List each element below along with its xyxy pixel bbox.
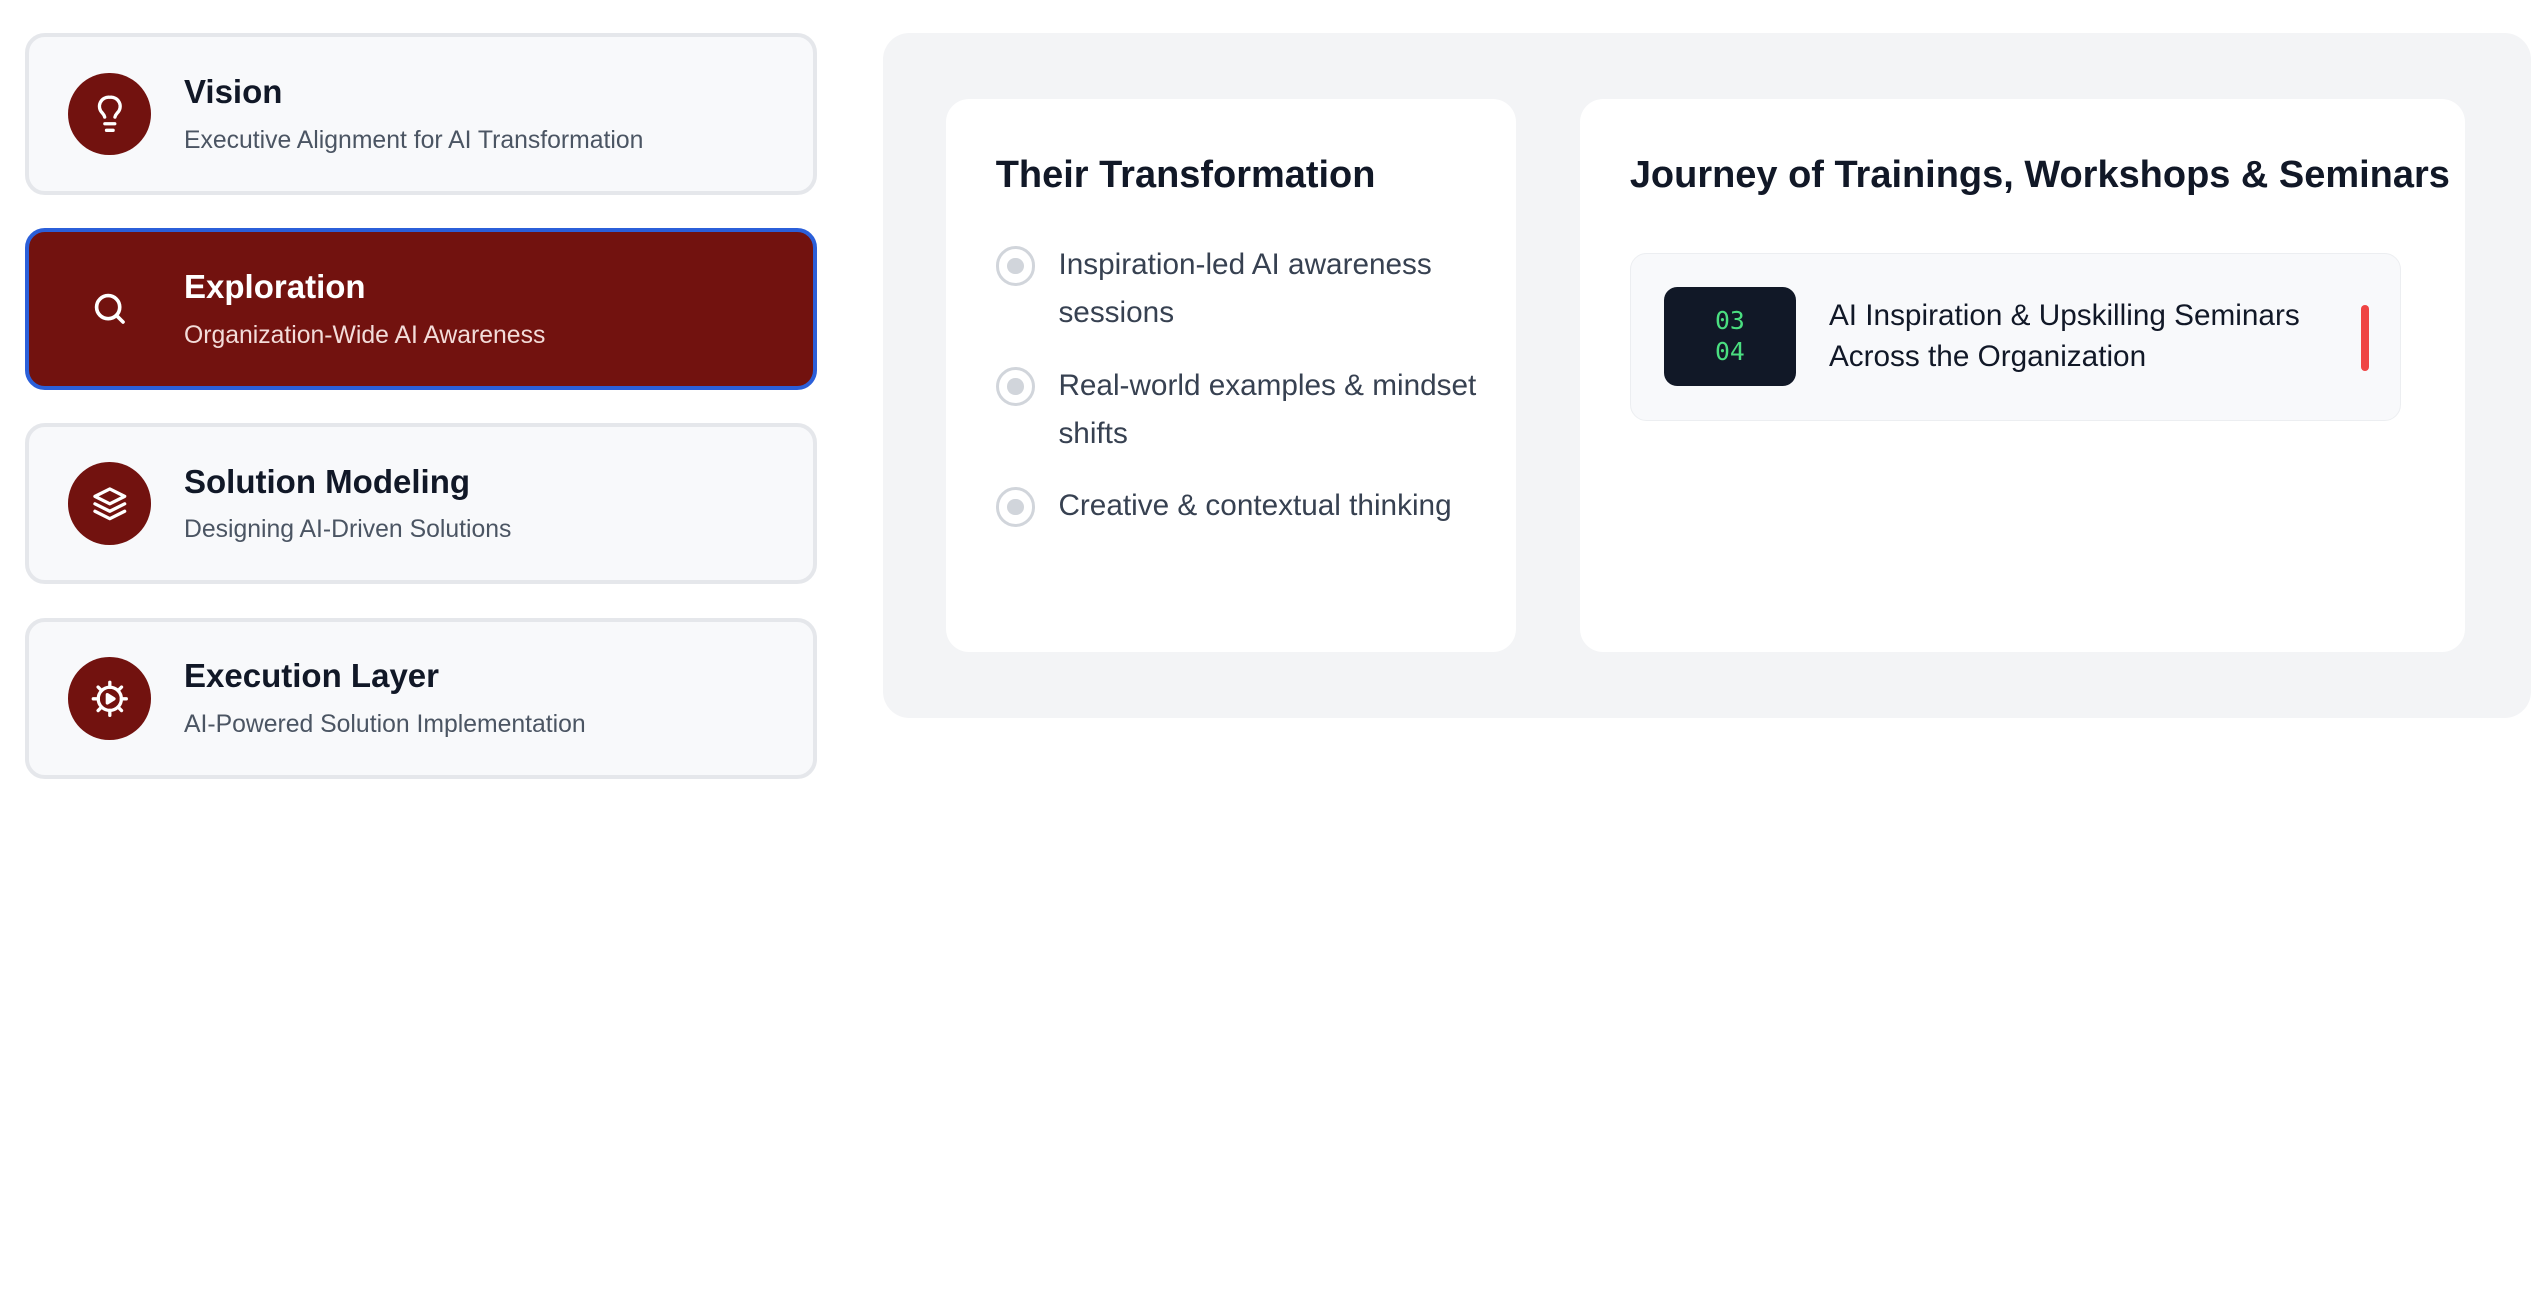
layers-icon [68, 462, 151, 545]
phase-subtitle: Designing AI-Driven Solutions [183, 516, 512, 544]
list-item-text: Creative & contextual thinking [1058, 489, 1452, 523]
list-item: Inspiration-led AI awareness sessions [995, 241, 1491, 337]
lightbulb-icon [68, 72, 151, 156]
transformation-title: Their Transformation [995, 153, 1376, 196]
phase-sidebar: Vision Executive Alignment for AI Transf… [24, 33, 818, 780]
date-badge: 03 04 [1663, 286, 1796, 386]
list-item-text: Real-world examples & mindset shifts [1058, 368, 1477, 450]
journey-title: Journey of Trainings, Workshops & Semina… [1629, 153, 2450, 196]
phase-card-solution-modeling[interactable]: Solution Modeling Designing AI-Driven So… [24, 422, 818, 585]
transformation-card: Their Transformation Inspiration-led AI … [946, 99, 1516, 653]
search-icon [68, 267, 151, 350]
phase-card-vision[interactable]: Vision Executive Alignment for AI Transf… [24, 33, 818, 195]
phase-title: Vision [183, 72, 283, 110]
radio-bullet-icon [995, 366, 1036, 407]
date-bottom: 04 [1714, 337, 1745, 367]
phase-title: Solution Modeling [183, 462, 471, 500]
phase-card-execution-layer[interactable]: Execution Layer AI-Powered Solution Impl… [24, 617, 818, 780]
list-item: Real-world examples & mindset shifts [995, 362, 1491, 458]
journey-card: Journey of Trainings, Workshops & Semina… [1580, 99, 2466, 653]
accent-bar [2360, 304, 2369, 371]
phase-card-exploration[interactable]: Exploration Organization-Wide AI Awarene… [24, 227, 818, 390]
list-item: Creative & contextual thinking [995, 482, 1491, 530]
phase-subtitle: Organization-Wide AI Awareness [183, 321, 546, 349]
journey-item[interactable]: 03 04 AI Inspiration & Upskilling Semina… [1629, 252, 2401, 422]
phase-title: Exploration [183, 267, 366, 305]
detail-panel: Their Transformation Inspiration-led AI … [883, 33, 2532, 719]
gear-play-icon [68, 657, 151, 740]
journey-item-text: AI Inspiration & Upskilling Seminars Acr… [1828, 298, 2300, 374]
radio-bullet-icon [995, 246, 1036, 286]
phase-title: Execution Layer [183, 657, 440, 695]
phase-subtitle: AI-Powered Solution Implementation [183, 711, 586, 739]
list-item-text: Inspiration-led AI awareness sessions [1058, 248, 1432, 329]
date-top: 03 [1714, 305, 1745, 335]
transformation-list: Inspiration-led AI awareness sessions Re… [995, 241, 1491, 555]
radio-bullet-icon [995, 487, 1036, 527]
phase-subtitle: Executive Alignment for AI Transformatio… [183, 126, 644, 154]
